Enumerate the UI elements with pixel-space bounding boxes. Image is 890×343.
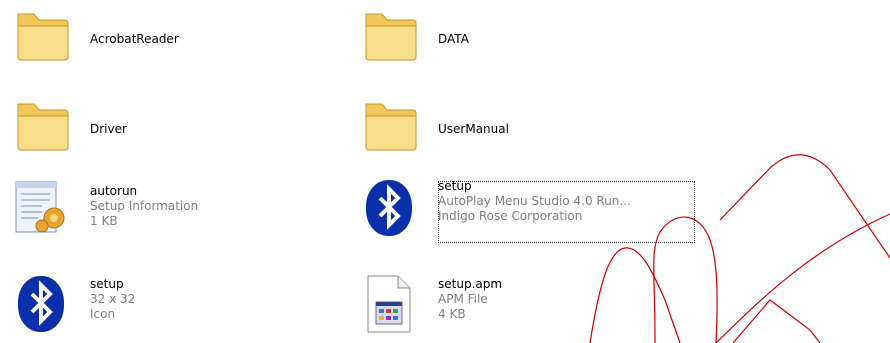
apm-file-icon xyxy=(360,272,428,342)
folder-icon xyxy=(12,4,80,74)
item-type: Icon xyxy=(90,307,116,321)
folder-icon xyxy=(360,4,428,74)
item-type: AutoPlay Menu Studio 4.0 Run... xyxy=(438,194,631,208)
folder-icon xyxy=(12,94,80,164)
item-name: autorun xyxy=(90,184,138,198)
item-name: Driver xyxy=(90,122,127,136)
item-dimensions: 32 x 32 xyxy=(90,292,136,306)
file-item-setup-icon[interactable]: setup 32 x 32 Icon xyxy=(12,272,412,342)
item-name: setup.apm xyxy=(438,277,503,291)
item-company: Indigo Rose Corporation xyxy=(438,209,583,223)
bluetooth-icon xyxy=(360,176,428,246)
item-type: APM File xyxy=(438,292,488,306)
folder-item-usermanual[interactable]: UserManual xyxy=(360,94,760,164)
setup-information-icon xyxy=(12,176,80,246)
folder-item-data[interactable]: DATA xyxy=(360,4,760,74)
item-type: Setup Information xyxy=(90,199,199,213)
bluetooth-icon xyxy=(12,272,80,342)
item-size: 1 KB xyxy=(90,214,118,228)
file-item-setup-exe[interactable]: setup AutoPlay Menu Studio 4.0 Run... In… xyxy=(360,176,760,246)
item-name: AcrobatReader xyxy=(90,32,179,46)
folder-item-driver[interactable]: Driver xyxy=(12,94,412,164)
folder-item-acrobatreader[interactable]: AcrobatReader xyxy=(12,4,412,74)
file-item-autorun[interactable]: autorun Setup Information 1 KB xyxy=(12,176,412,246)
item-name: setup xyxy=(90,277,124,291)
item-name: UserManual xyxy=(438,122,509,136)
folder-icon xyxy=(360,94,428,164)
file-item-setup-apm[interactable]: setup.apm APM File 4 KB xyxy=(360,272,760,342)
item-name: setup xyxy=(438,179,472,193)
item-name: DATA xyxy=(438,32,469,46)
item-size: 4 KB xyxy=(438,307,466,321)
